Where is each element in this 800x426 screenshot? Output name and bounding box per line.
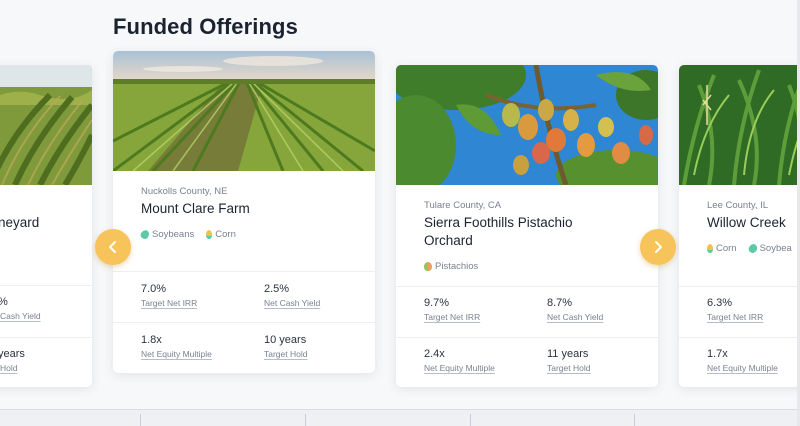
crop-tags: Pistachios [424,261,478,272]
metric-value: 8.7% [547,297,573,309]
pistachio-icon [424,262,432,271]
carousel-next-button[interactable] [640,229,676,265]
corn-icon [206,230,213,239]
divider [113,271,375,272]
divider [0,285,92,286]
crop-tag: Corn [206,229,236,240]
offering-card-willow-creek[interactable]: Lee County, IL Willow Creek Corn Soybea … [679,65,800,387]
metric-label[interactable]: Hold [0,363,17,373]
chevron-right-icon [655,241,662,253]
metric-label[interactable]: Net Equity Multiple [707,363,778,373]
crop-tag: Corn [707,243,737,254]
carousel-prev-button[interactable] [95,229,131,265]
offering-image-corn [679,65,800,185]
metric-label[interactable]: Target Net IRR [707,312,763,322]
metric-value: 2.5% [264,283,290,295]
divider [396,337,658,338]
divider [634,414,635,426]
metric-value: 9.7% [424,297,450,309]
page-title: Funded Offerings [113,14,298,39]
metric-value: 6.3% [707,297,733,309]
metric-value: % [0,296,8,308]
bottom-bar [0,409,800,426]
metric-value: 1.7x [707,348,728,360]
divider [679,286,800,287]
offering-card-vineyard[interactable]: neyard % Cash Yield years Hold [0,65,92,387]
metric-label[interactable]: Net Equity Multiple [424,363,495,373]
offering-image-cornfield [113,51,375,171]
soybean-icon [746,242,759,255]
metric-label[interactable]: Net Equity Multiple [141,349,212,359]
divider [113,322,375,323]
metric-label[interactable]: Target Net IRR [141,298,197,308]
metric-label[interactable]: Cash Yield [0,311,41,321]
crop-tag: Soybeans [139,228,194,241]
crop-tags: Corn Soybea [707,242,792,255]
divider [470,414,471,426]
offering-location: Lee County, IL [707,200,769,211]
metric-label[interactable]: Target Hold [264,349,307,359]
metric-value: 7.0% [141,283,167,295]
divider [0,337,92,338]
metric-value: 11 years [547,348,589,360]
metric-value: 2.4x [424,348,445,360]
divider [305,414,306,426]
divider [679,337,800,338]
offering-location: Nuckolls County, NE [141,186,228,197]
soybean-icon [139,228,151,241]
chevron-left-icon [109,241,116,253]
crop-tag: Soybea [746,242,792,255]
metric-value: 1.8x [141,334,162,346]
divider [140,414,141,426]
offering-name[interactable]: Sierra Foothills Pistachio Orchard [424,214,573,250]
offering-name: neyard [0,215,40,230]
metric-label[interactable]: Net Cash Yield [264,298,320,308]
crop-tags: Soybeans Corn [139,228,236,241]
offering-location: Tulare County, CA [424,200,502,211]
offering-name[interactable]: Willow Creek [707,214,786,232]
corn-icon [707,244,713,253]
metric-label[interactable]: Target Hold [547,363,590,373]
metric-value: 10 years [264,334,307,346]
metric-label[interactable]: Target Net IRR [424,312,480,322]
offering-name[interactable]: Mount Clare Farm [141,200,250,218]
offering-card-sierra-foothills[interactable]: Tulare County, CA Sierra Foothills Pista… [396,65,658,387]
metric-label[interactable]: Net Cash Yield [547,312,603,322]
metric-value: years [0,348,25,360]
crop-tag: Pistachios [424,261,478,272]
divider [396,286,658,287]
offering-card-mount-clare[interactable]: Nuckolls County, NE Mount Clare Farm Soy… [113,51,375,373]
offering-image-pistachios [396,65,658,185]
offering-image-vineyard [0,65,92,185]
